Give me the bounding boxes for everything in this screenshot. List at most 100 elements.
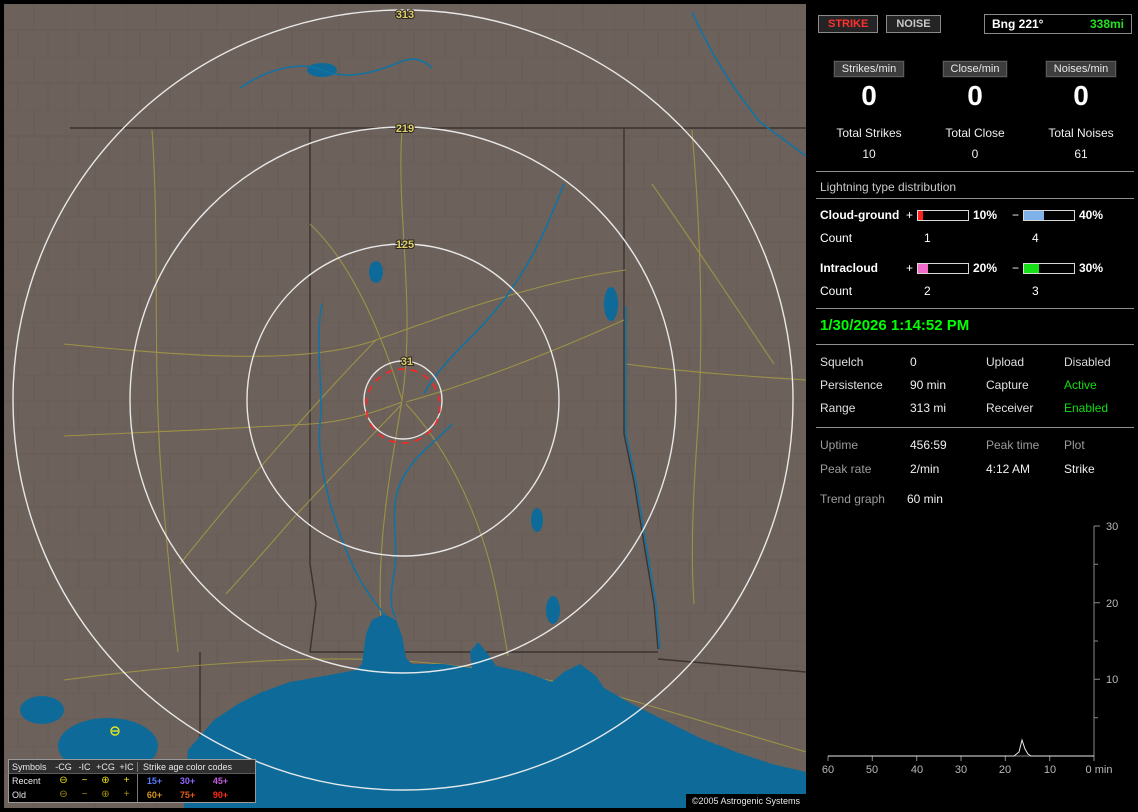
receiver-label: Receiver	[986, 401, 1034, 415]
cg-negative-pct: 40%	[1079, 208, 1104, 222]
cg-negative-bar	[1023, 209, 1075, 221]
close-per-min-button[interactable]: Close/min	[941, 60, 1009, 78]
total-close-value: 0	[971, 147, 979, 161]
plus-sign: +	[905, 261, 913, 275]
legend-recent-ages: 15+ 30+ 45+	[137, 774, 237, 788]
bearing-display: Bng 221° 338mi	[984, 14, 1132, 34]
minus-sign: −	[1011, 208, 1019, 222]
intracloud-label: Intracloud	[820, 261, 879, 275]
copyright-notice: ©2005 Astrogenic Systems	[685, 794, 806, 808]
x-tick-60: 60	[822, 764, 834, 776]
cloud-ground-row: Cloud-ground + 10% − 40%	[812, 208, 1138, 222]
rate-counter-values: 0 0 0	[812, 78, 1138, 112]
trend-axes	[827, 525, 1100, 761]
count-label: Count	[820, 284, 853, 298]
x-tick-50: 50	[866, 764, 878, 776]
cloud-ground-label: Cloud-ground	[820, 208, 900, 222]
age-code-60: 60+	[146, 790, 163, 800]
total-close-label: Total Close	[945, 126, 1005, 140]
trend-x-tick-labels: 60 50 40 30 20 10 0 min	[822, 764, 1113, 776]
y-tick-10: 10	[1106, 674, 1118, 686]
totals-values: 10 0 61	[812, 140, 1138, 161]
capture-value: Active	[1064, 378, 1097, 392]
y-tick-20: 20	[1106, 598, 1118, 610]
minus-sign: −	[1011, 261, 1019, 275]
divider	[816, 344, 1134, 345]
strikes-per-min-value: 0	[861, 80, 877, 111]
cg-negative-count: 4	[1032, 231, 1039, 245]
total-noises-label: Total Noises	[1048, 126, 1114, 140]
noise-mode-button[interactable]: NOISE	[886, 15, 941, 33]
bearing-label: Bng 221°	[992, 17, 1044, 31]
x-tick-30: 30	[955, 764, 967, 776]
total-strikes-label: Total Strikes	[836, 126, 902, 140]
receiver-value: Enabled	[1064, 401, 1109, 415]
intracloud-count-row: Count 2 3	[812, 284, 1138, 298]
uptime-label: Uptime	[820, 438, 859, 452]
age-code-45: 45+	[212, 776, 229, 786]
cg-positive-count: 1	[924, 231, 931, 245]
cg-positive-bar	[917, 209, 969, 221]
legend-old-row: Old ⊖ − ⊕ + 60+ 75+ 90+	[9, 788, 255, 802]
legend-col-ic-neg: -IC	[78, 761, 91, 772]
capture-label: Capture	[986, 378, 1029, 392]
legend-recent-row: Recent ⊖ − ⊕ + 15+ 30+ 45+	[9, 774, 255, 788]
peak-time-value: 4:12 AM	[986, 462, 1031, 476]
divider	[816, 171, 1134, 172]
ring-label-125: 125	[396, 239, 414, 251]
strike-map[interactable]: 313 219 125 31 Symbols -CG -IC +CG +IC S…	[4, 4, 806, 808]
legend-col-cg-pos: +CG	[96, 761, 115, 772]
trend-graph-label: Trend graph	[820, 492, 885, 506]
age-code-90: 90+	[212, 790, 229, 800]
y-tick-30: 30	[1106, 521, 1118, 533]
lake	[604, 287, 618, 321]
legend-col-ic-pos: +IC	[119, 761, 134, 772]
ic-positive-icon: +	[123, 775, 130, 786]
lake	[546, 596, 560, 624]
ring-label-219: 219	[396, 123, 414, 135]
uptime-value: 456:59	[910, 438, 947, 452]
ic-positive-pct: 20%	[973, 261, 998, 275]
lake	[531, 508, 543, 532]
map-svg[interactable]: 313 219 125 31	[4, 4, 806, 808]
ic-positive-icon: +	[123, 789, 130, 800]
plus-sign: +	[905, 208, 913, 222]
legend-old-label: Old	[12, 790, 27, 800]
divider	[816, 308, 1134, 309]
cg-negative-bar-fill	[1024, 210, 1044, 220]
upload-label: Upload	[986, 355, 1025, 369]
lake	[369, 261, 383, 283]
range-label: Range	[820, 401, 856, 415]
trend-window-value: 60 min	[906, 492, 943, 506]
intracloud-row: Intracloud + 20% − 30%	[812, 261, 1138, 275]
mode-toolbar: STRIKE NOISE Bng 221° 338mi	[812, 0, 1138, 34]
bearing-distance: 338mi	[1089, 17, 1124, 31]
ic-negative-bar	[1023, 262, 1075, 274]
squelch-value: 0	[910, 355, 917, 369]
divider	[816, 198, 1134, 199]
cg-negative-icon: ⊖	[59, 775, 68, 786]
peak-rate-label: Peak rate	[820, 462, 872, 476]
trend-graph-header: Trend graph 60 min	[812, 492, 1138, 506]
ic-positive-bar	[917, 262, 969, 274]
strike-mode-button[interactable]: STRIKE	[818, 15, 879, 33]
divider	[816, 427, 1134, 428]
cloud-ground-count-row: Count 1 4	[812, 231, 1138, 245]
close-per-min-value: 0	[967, 80, 983, 111]
plot-label: Plot	[1064, 438, 1085, 452]
age-code-75: 75+	[179, 790, 196, 800]
squelch-label: Squelch	[820, 355, 864, 369]
total-noises-value: 61	[1074, 147, 1088, 161]
status-panel: STRIKE NOISE Bng 221° 338mi Strikes/min …	[812, 0, 1138, 812]
upload-value: Disabled	[1064, 355, 1111, 369]
session-stats-table: Uptime 456:59 Peak time Plot Peak rate 2…	[812, 436, 1138, 478]
trend-y-tick-labels: 30 20 10	[1106, 521, 1118, 686]
ring-label-31: 31	[401, 356, 413, 368]
strikes-per-min-button[interactable]: Strikes/min	[832, 60, 906, 78]
ic-negative-icon: −	[81, 789, 88, 800]
noises-per-min-button[interactable]: Noises/min	[1044, 60, 1118, 78]
x-tick-10: 10	[1044, 764, 1056, 776]
persistence-label: Persistence	[820, 378, 883, 392]
ic-positive-count: 2	[924, 284, 931, 298]
cg-positive-icon: ⊕	[101, 775, 110, 786]
